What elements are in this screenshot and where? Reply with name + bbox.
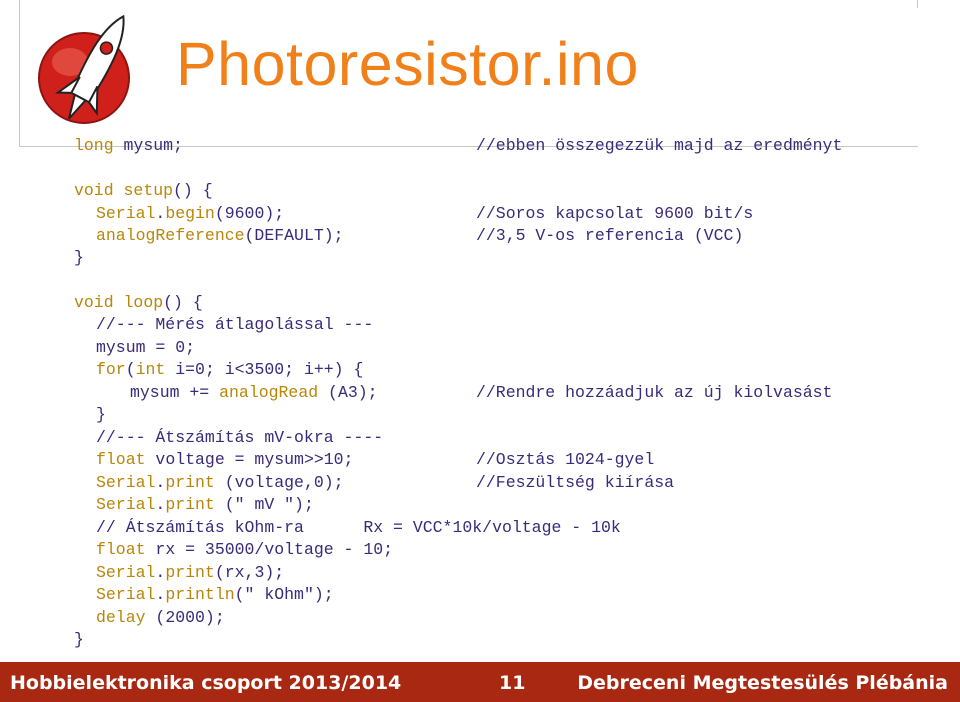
- code-comment-1: //ebben összegezzük majd az eredményt: [476, 136, 843, 155]
- code-line-1: long mysum;: [74, 135, 183, 157]
- code-line-3: Serial.begin(9600);: [96, 203, 284, 225]
- code-function: begin: [165, 204, 215, 223]
- code-comment-14: //Feszültség kiírása: [476, 473, 675, 492]
- code-text: .: [155, 204, 166, 223]
- code-line-11: }: [96, 405, 106, 424]
- code-function: loop: [123, 293, 164, 312]
- code-text: rx = 35000/voltage - 10;: [145, 540, 394, 559]
- code-text: voltage = mysum>>10;: [145, 450, 354, 469]
- code-text: mysum;: [113, 136, 183, 155]
- code-text: mysum +=: [130, 383, 220, 402]
- code-function: setup: [123, 181, 174, 200]
- code-text: (" mV ");: [214, 495, 314, 514]
- code-text: .: [155, 473, 166, 492]
- code-line-5: }: [74, 248, 84, 267]
- code-function: delay: [96, 608, 146, 627]
- code-line-17: float rx = 35000/voltage - 10;: [96, 539, 393, 561]
- code-object: Serial: [96, 585, 156, 604]
- code-text: (DEFAULT);: [244, 226, 344, 245]
- footer-left-text: Hobbielektronika csoport 2013/2014: [10, 672, 402, 694]
- code-line-10: mysum += analogRead (A3);: [130, 382, 378, 404]
- code-line-19: Serial.println(" kOhm");: [96, 584, 334, 606]
- code-line-14: Serial.print (voltage,0);: [96, 472, 344, 494]
- code-line-8: mysum = 0;: [96, 338, 196, 357]
- footer-right-text: Debreceni Megtestesülés Plébánia: [577, 672, 948, 694]
- code-line-9: for(int i=0; i<3500; i++) {: [96, 359, 363, 381]
- code-text: .: [155, 495, 166, 514]
- code-text: (rx,3);: [214, 563, 285, 582]
- code-comment-3: //Soros kapcsolat 9600 bit/s: [476, 204, 754, 223]
- code-function: analogRead: [219, 383, 319, 402]
- code-text: i=0; i<3500; i++) {: [165, 360, 364, 379]
- code-text: (A3);: [318, 383, 378, 402]
- code-keyword: float: [96, 450, 146, 469]
- code-object: Serial: [96, 495, 156, 514]
- code-object: Serial: [96, 204, 156, 223]
- code-keyword: void: [74, 293, 114, 312]
- code-line-13: float voltage = mysum>>10;: [96, 449, 353, 471]
- code-keyword: float: [96, 540, 146, 559]
- code-text: () {: [173, 181, 213, 200]
- code-function: analogReference: [96, 226, 245, 245]
- code-text: (9600);: [214, 204, 285, 223]
- code-text: (voltage,0);: [214, 473, 344, 492]
- code-keyword: for: [96, 360, 126, 379]
- code-line-15: Serial.print (" mV ");: [96, 494, 314, 516]
- code-object: Serial: [96, 563, 156, 582]
- code-comment-4: //3,5 V-os referencia (VCC): [476, 226, 744, 245]
- code-line-12: //--- Átszámítás mV-okra ----: [96, 428, 384, 447]
- code-keyword: void: [74, 181, 114, 200]
- code-line-4: analogReference(DEFAULT);: [96, 225, 344, 247]
- code-line-21: }: [74, 630, 84, 649]
- code-comment-13: //Osztás 1024-gyel: [476, 450, 655, 469]
- code-function: print: [165, 495, 215, 514]
- code-text: (" kOhm");: [234, 585, 334, 604]
- code-text: .: [155, 585, 166, 604]
- code-line-7: //--- Mérés átlagolással ---: [96, 315, 374, 334]
- code-line-20: delay (2000);: [96, 607, 225, 629]
- code-text: (2000);: [145, 608, 225, 627]
- footer-page-number: 11: [499, 672, 526, 694]
- code-text: (: [125, 360, 136, 379]
- code-line-18: Serial.print(rx,3);: [96, 562, 284, 584]
- code-keyword: int: [135, 360, 166, 379]
- code-function: print: [165, 473, 215, 492]
- code-object: Serial: [96, 473, 156, 492]
- footer-bar: Hobbielektronika csoport 2013/2014 11 De…: [0, 662, 960, 702]
- code-text: () {: [163, 293, 203, 312]
- code-function: println: [165, 585, 235, 604]
- code-line-2: void setup() {: [74, 180, 213, 202]
- code-keyword: long: [74, 136, 114, 155]
- code-text: .: [155, 563, 166, 582]
- code-line-16: // Átszámítás kOhm-ra Rx = VCC*10k/volta…: [96, 518, 621, 537]
- code-line-6: void loop() {: [74, 292, 203, 314]
- code-listing: long mysum; //ebben összegezzük majd az …: [0, 0, 960, 660]
- code-function: print: [165, 563, 215, 582]
- code-comment-10: //Rendre hozzáadjuk az új kiolvasást: [476, 383, 833, 402]
